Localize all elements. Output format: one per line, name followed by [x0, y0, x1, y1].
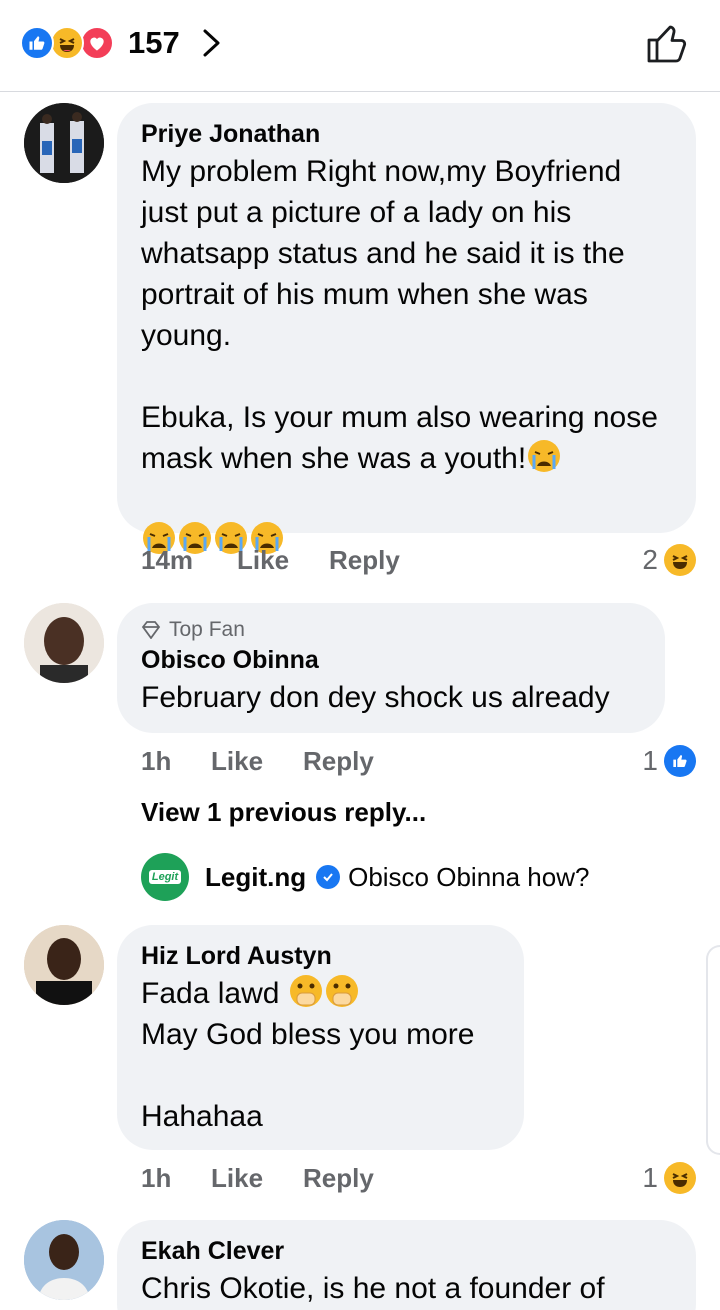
comment-time[interactable]: 14m [141, 543, 237, 577]
hand-over-mouth-face-icon [289, 975, 322, 1007]
reaction-number: 1 [642, 745, 658, 776]
comment-author[interactable]: Obisco Obinna [141, 643, 641, 677]
reactions-header: 157 [0, 0, 720, 92]
legit-logo: Legit [141, 853, 189, 901]
thumbs-up-icon[interactable] [644, 20, 690, 66]
comment-author[interactable]: Priye Jonathan [141, 117, 672, 151]
comment-bubble: Top Fan Obisco Obinna February don dey s… [117, 603, 665, 733]
reply-author[interactable]: Legit.ng [205, 862, 306, 893]
diamond-icon [141, 621, 161, 639]
avatar[interactable] [24, 1220, 104, 1300]
like-button[interactable]: Like [237, 543, 329, 577]
comment-actions: 1h Like Reply [141, 1161, 374, 1195]
reply-preview[interactable]: Legit Legit.ng Obisco Obinna how? [141, 852, 589, 902]
comment-text: My problem Right now,my Boyfriend just p… [141, 151, 672, 561]
verified-badge-icon [316, 865, 341, 889]
logo-text: Legit [148, 870, 182, 884]
haha-icon [664, 544, 696, 576]
reaction-summary[interactable] [20, 26, 124, 60]
comment-reaction-count[interactable]: 1 [642, 744, 696, 778]
comment-line: Fada lawd [141, 977, 280, 1010]
comment-bubble: Hiz Lord Austyn Fada lawd May God bless … [117, 925, 524, 1150]
love-icon [80, 26, 114, 60]
like-icon [20, 26, 54, 60]
like-button[interactable]: Like [211, 744, 303, 778]
reaction-count[interactable]: 157 [128, 24, 180, 62]
haha-icon [50, 26, 84, 60]
comment-reaction-count[interactable]: 2 [642, 543, 696, 577]
reaction-number: 2 [642, 544, 658, 575]
view-previous-replies[interactable]: View 1 previous reply... [141, 795, 426, 829]
like-button[interactable]: Like [211, 1161, 303, 1195]
crying-face-icon [528, 440, 561, 472]
comment-time[interactable]: 1h [141, 1161, 211, 1195]
reply-text: Obisco Obinna how? [348, 861, 590, 892]
comment-author[interactable]: Ekah Clever [141, 1234, 672, 1268]
comment-text: Fada lawd May God bless you more Hahahaa [141, 973, 500, 1137]
comment-time[interactable]: 1h [141, 744, 211, 778]
avatar[interactable] [24, 925, 104, 1005]
top-fan-badge: Top Fan [141, 617, 641, 643]
badge-label: Top Fan [169, 618, 245, 641]
chevron-right-icon[interactable] [200, 26, 224, 60]
reply-button[interactable]: Reply [303, 1161, 374, 1195]
comment-body: May God bless you more Hahahaa [141, 1018, 475, 1133]
comment-actions: 1h Like Reply [141, 744, 374, 778]
comment-bubble: Priye Jonathan My problem Right now,my B… [117, 103, 696, 554]
hand-over-mouth-face-icon [325, 975, 358, 1007]
comment-text: Chris Okotie, is he not a founder of [141, 1272, 605, 1305]
comment-text: February don dey shock us already [141, 681, 610, 714]
haha-icon [664, 1162, 696, 1194]
like-icon [664, 745, 696, 777]
reaction-number: 1 [642, 1162, 658, 1193]
comment-body: My problem Right now,my Boyfriend just p… [141, 155, 658, 475]
comment-author[interactable]: Hiz Lord Austyn [141, 939, 500, 973]
comment-bubble: Ekah Clever Chris Okotie, is he not a fo… [117, 1220, 696, 1310]
reply-button[interactable]: Reply [329, 543, 400, 577]
avatar[interactable] [24, 103, 104, 183]
comment-actions: 14m Like Reply [141, 543, 400, 577]
reply-button[interactable]: Reply [303, 744, 374, 778]
avatar[interactable] [24, 603, 104, 683]
comment-reaction-count[interactable]: 1 [642, 1161, 696, 1195]
scroll-handle[interactable] [706, 945, 720, 1155]
